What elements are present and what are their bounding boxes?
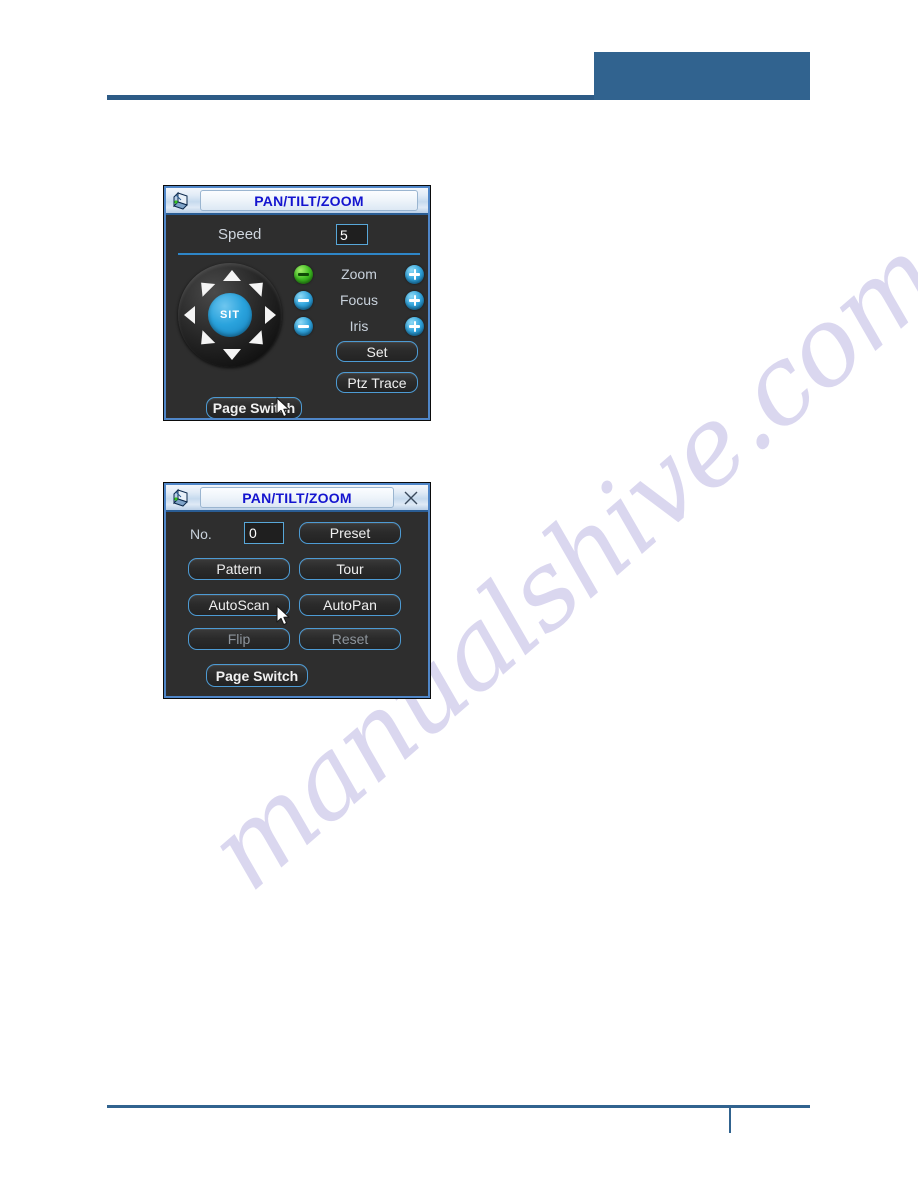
set-button[interactable]: Set [336,341,418,362]
ptz-trace-button[interactable]: Ptz Trace [336,372,418,393]
ptz-panel-secondary: PAN/TILT/ZOOM No. 0 Preset Pattern Tour … [164,483,430,698]
page-footer-tick [729,1106,731,1133]
ptz-panel-main-title-box: PAN/TILT/ZOOM [200,190,418,211]
direction-right-arrow-icon[interactable] [265,306,276,324]
close-icon[interactable] [400,487,422,509]
focus-plus-button[interactable] [405,290,424,310]
speed-label: Speed [218,225,262,243]
ptz-panel-secondary-title-box: PAN/TILT/ZOOM [200,487,394,508]
focus-label: Focus [339,292,379,308]
iris-minus-button[interactable] [294,316,313,336]
iris-plus-button[interactable] [405,316,424,336]
ptz-panel-secondary-titlebar: PAN/TILT/ZOOM [166,485,428,512]
page-header-rule [107,95,594,100]
ptz-camera-cube-icon [170,487,194,509]
zoom-label: Zoom [341,266,377,282]
ptz-panel-main-body: Speed 5 SIT Zoom Focus Iris Set Ptz Trac… [166,215,428,418]
direction-up-arrow-icon[interactable] [223,270,241,281]
flip-button[interactable]: Flip [188,628,290,650]
lens-row-iris: Iris [294,313,424,339]
speed-row: Speed 5 [166,221,428,247]
reset-button[interactable]: Reset [299,628,401,650]
direction-pad-center-label: SIT [219,309,241,321]
preset-button[interactable]: Preset [299,522,401,544]
pattern-button[interactable]: Pattern [188,558,290,580]
ptz-direction-pad[interactable]: SIT [176,261,284,369]
iris-label: Iris [349,318,369,334]
zoom-minus-button[interactable] [294,264,313,284]
page-switch-button-secondary[interactable]: Page Switch [206,664,308,687]
tour-button[interactable]: Tour [299,558,401,580]
direction-pad-center-button[interactable]: SIT [208,293,252,337]
ptz-panel-main: PAN/TILT/ZOOM Speed 5 SIT Zoom Focus Iri… [164,186,430,420]
direction-down-arrow-icon[interactable] [223,349,241,360]
ptz-panel-secondary-body: No. 0 Preset Pattern Tour AutoScan AutoP… [166,512,428,696]
lens-row-focus: Focus [294,287,424,313]
preset-number-label: No. [190,526,212,542]
focus-minus-button[interactable] [294,290,313,310]
ptz-panel-secondary-title: PAN/TILT/ZOOM [242,489,352,506]
preset-number-input[interactable]: 0 [244,522,284,544]
page-footer-rule [107,1105,810,1108]
page-switch-button-main[interactable]: Page Switch [206,397,302,418]
lens-row-zoom: Zoom [294,261,424,287]
panel-divider [178,253,420,255]
direction-left-arrow-icon[interactable] [184,306,195,324]
zoom-plus-button[interactable] [405,264,424,284]
speed-input[interactable]: 5 [336,223,368,245]
ptz-panel-main-title: PAN/TILT/ZOOM [254,192,364,209]
autoscan-button[interactable]: AutoScan [188,594,290,616]
autopan-button[interactable]: AutoPan [299,594,401,616]
ptz-camera-cube-icon [170,190,194,212]
page-header-accent-block [594,52,810,100]
lens-control-list: Zoom Focus Iris [294,261,424,339]
ptz-panel-main-titlebar: PAN/TILT/ZOOM [166,188,428,215]
